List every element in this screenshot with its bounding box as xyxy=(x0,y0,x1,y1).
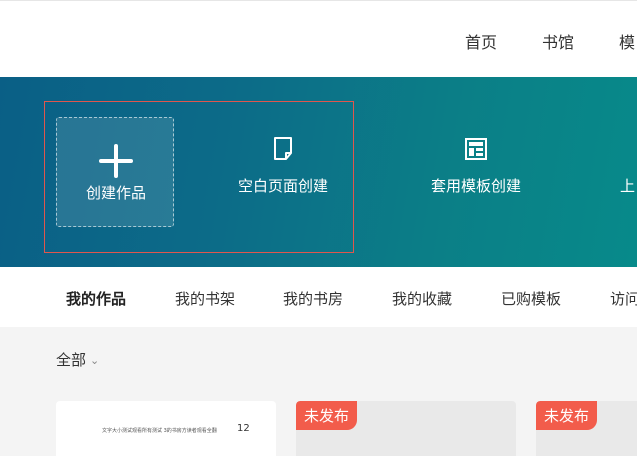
top-nav-bar: 首页 书馆 模 xyxy=(0,0,637,77)
chevron-down-icon: ⌄ xyxy=(90,354,100,367)
card-preview-text: 文字大小测试观看所有测试 3的书房方读者观看全翻 xyxy=(102,428,217,434)
nav-library[interactable]: 书馆 xyxy=(542,29,574,53)
create-banner: 创建作品 空白页面创建 套用模板创建 上 xyxy=(0,77,637,267)
nav-templates[interactable]: 模 xyxy=(619,29,635,53)
plus-icon xyxy=(99,144,133,178)
work-card[interactable]: 未发布 xyxy=(296,401,516,456)
filter-label: 全部 xyxy=(56,351,87,369)
blank-page-icon xyxy=(274,137,292,160)
upload-create-button[interactable]: 上 xyxy=(620,135,637,196)
nav-home[interactable]: 首页 xyxy=(465,29,497,53)
template-create-button[interactable]: 套用模板创建 xyxy=(406,135,546,196)
filter-dropdown[interactable]: 全部 ⌄ xyxy=(56,349,99,370)
tab-purchased-templates[interactable]: 已购模板 xyxy=(501,288,561,309)
tab-my-study[interactable]: 我的书房 xyxy=(283,288,343,309)
tab-my-favorites[interactable]: 我的收藏 xyxy=(392,288,452,309)
create-work-label: 创建作品 xyxy=(85,184,146,202)
work-card[interactable]: 文字大小测试观看所有测试 3的书房方读者观看全翻 12 xyxy=(56,401,276,456)
tab-visits[interactable]: 访问 xyxy=(610,288,637,309)
upload-create-label: 上 xyxy=(620,177,636,195)
tab-my-works[interactable]: 我的作品 xyxy=(66,288,126,309)
works-tab-bar: 我的作品 我的书架 我的书房 我的收藏 已购模板 访问 xyxy=(0,267,637,327)
blank-page-create-button[interactable]: 空白页面创建 xyxy=(213,135,353,196)
blank-page-create-label: 空白页面创建 xyxy=(237,177,328,195)
card-page-number: 12 xyxy=(237,423,250,434)
unpublished-badge: 未发布 xyxy=(536,401,598,430)
template-icon xyxy=(465,138,487,160)
create-work-button[interactable]: 创建作品 xyxy=(56,117,174,227)
unpublished-badge: 未发布 xyxy=(296,401,358,430)
tab-my-bookshelf[interactable]: 我的书架 xyxy=(175,288,235,309)
template-create-label: 套用模板创建 xyxy=(430,177,521,195)
upload-icon xyxy=(620,135,637,163)
work-card[interactable]: 未发布 xyxy=(536,401,637,456)
